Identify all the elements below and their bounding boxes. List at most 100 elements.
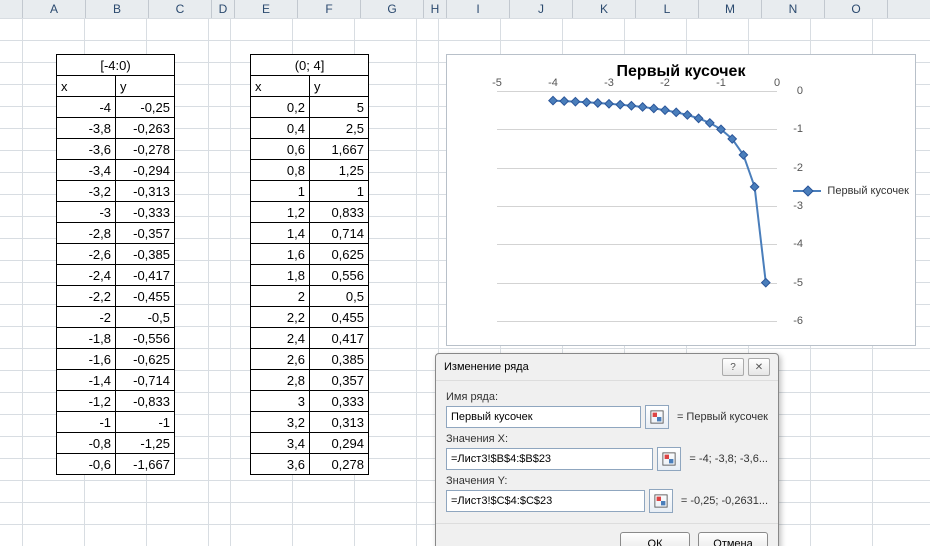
column-header[interactable]: L <box>636 0 699 18</box>
table-row[interactable]: 0,81,25 <box>251 160 369 181</box>
table-row[interactable]: 11 <box>251 181 369 202</box>
table1-range[interactable]: [-4:0) <box>57 55 175 76</box>
cell[interactable]: -0,714 <box>116 370 175 391</box>
table-row[interactable]: -2,8-0,357 <box>57 223 175 244</box>
cell[interactable]: -2,6 <box>57 244 116 265</box>
cell[interactable]: 0,714 <box>310 223 369 244</box>
range-selector-button[interactable] <box>649 489 673 513</box>
table2-header-y[interactable]: y <box>310 76 369 97</box>
table-row[interactable]: -3-0,333 <box>57 202 175 223</box>
cell[interactable]: 1,667 <box>310 139 369 160</box>
cell[interactable]: 1 <box>310 181 369 202</box>
table-row[interactable]: -1,4-0,714 <box>57 370 175 391</box>
cell[interactable]: 0,6 <box>251 139 310 160</box>
cell[interactable]: -1,2 <box>57 391 116 412</box>
table-row[interactable]: -1-1 <box>57 412 175 433</box>
table-row[interactable]: -2,6-0,385 <box>57 244 175 265</box>
column-header[interactable]: A <box>23 0 86 18</box>
close-button[interactable]: ✕ <box>748 358 770 376</box>
cell[interactable]: -3 <box>57 202 116 223</box>
cell[interactable]: 3,6 <box>251 454 310 475</box>
cell[interactable]: 0,357 <box>310 370 369 391</box>
table-row[interactable]: -3,2-0,313 <box>57 181 175 202</box>
cell[interactable]: 0,294 <box>310 433 369 454</box>
cell[interactable]: 0,313 <box>310 412 369 433</box>
help-button[interactable]: ? <box>722 358 744 376</box>
table-row[interactable]: -2,2-0,455 <box>57 286 175 307</box>
cell[interactable]: -0,294 <box>116 160 175 181</box>
column-header[interactable]: I <box>447 0 510 18</box>
cell[interactable]: 2,8 <box>251 370 310 391</box>
cell[interactable]: -0,556 <box>116 328 175 349</box>
series-name-input[interactable] <box>446 406 641 428</box>
table-row[interactable]: 0,61,667 <box>251 139 369 160</box>
column-headers[interactable]: ABCDEFGHIJKLMNO <box>0 0 930 19</box>
cell[interactable]: 0,2 <box>251 97 310 118</box>
cell[interactable]: -2,8 <box>57 223 116 244</box>
cell[interactable]: -0,25 <box>116 97 175 118</box>
cell[interactable]: 3,4 <box>251 433 310 454</box>
cell[interactable]: 0,4 <box>251 118 310 139</box>
cell[interactable]: 3,2 <box>251 412 310 433</box>
table-row[interactable]: 0,42,5 <box>251 118 369 139</box>
table-row[interactable]: -1,6-0,625 <box>57 349 175 370</box>
column-header[interactable]: F <box>298 0 361 18</box>
cell[interactable]: -1,8 <box>57 328 116 349</box>
cell[interactable]: 0,8 <box>251 160 310 181</box>
chart-container[interactable]: Первый кусочек 0-1-2-3-4-5-6-5-4-3-2-10 … <box>446 54 916 346</box>
cell[interactable]: -3,4 <box>57 160 116 181</box>
cell[interactable]: -0,417 <box>116 265 175 286</box>
cell[interactable]: -0,263 <box>116 118 175 139</box>
cell[interactable]: -2,2 <box>57 286 116 307</box>
y-values-input[interactable] <box>446 490 645 512</box>
column-header[interactable]: M <box>699 0 762 18</box>
table-row[interactable]: 2,80,357 <box>251 370 369 391</box>
table-row[interactable]: 20,5 <box>251 286 369 307</box>
cell[interactable]: -3,2 <box>57 181 116 202</box>
column-header[interactable]: O <box>825 0 888 18</box>
column-header[interactable]: N <box>762 0 825 18</box>
cell[interactable]: -0,278 <box>116 139 175 160</box>
table-row[interactable]: -4-0,25 <box>57 97 175 118</box>
cell[interactable]: 0,625 <box>310 244 369 265</box>
cell[interactable]: 1 <box>251 181 310 202</box>
table-row[interactable]: 1,20,833 <box>251 202 369 223</box>
x-values-input[interactable] <box>446 448 653 470</box>
cell[interactable]: 1,2 <box>251 202 310 223</box>
ok-button[interactable]: ОК <box>620 532 690 546</box>
cell[interactable]: -0,385 <box>116 244 175 265</box>
cell[interactable]: -0,8 <box>57 433 116 454</box>
table-row[interactable]: -1,8-0,556 <box>57 328 175 349</box>
column-header[interactable]: H <box>424 0 447 18</box>
cell[interactable]: -1,25 <box>116 433 175 454</box>
table-row[interactable]: 1,60,625 <box>251 244 369 265</box>
table-row[interactable]: -3,6-0,278 <box>57 139 175 160</box>
table-row[interactable]: 1,80,556 <box>251 265 369 286</box>
cell[interactable]: 1,4 <box>251 223 310 244</box>
cell[interactable]: 0,833 <box>310 202 369 223</box>
cell[interactable]: -0,6 <box>57 454 116 475</box>
cell[interactable]: 2,4 <box>251 328 310 349</box>
column-header[interactable]: E <box>235 0 298 18</box>
cell[interactable]: -0,357 <box>116 223 175 244</box>
cancel-button[interactable]: Отмена <box>698 532 768 546</box>
cell[interactable]: -0,333 <box>116 202 175 223</box>
table-row[interactable]: 2,20,455 <box>251 307 369 328</box>
cell[interactable]: 0,385 <box>310 349 369 370</box>
cell[interactable]: -3,6 <box>57 139 116 160</box>
table-row[interactable]: -2,4-0,417 <box>57 265 175 286</box>
table1-header-x[interactable]: x <box>57 76 116 97</box>
cell[interactable]: -0,625 <box>116 349 175 370</box>
table-row[interactable]: 3,60,278 <box>251 454 369 475</box>
chart-legend[interactable]: Первый кусочек <box>793 185 909 197</box>
cell[interactable]: 2 <box>251 286 310 307</box>
cell[interactable]: 2,6 <box>251 349 310 370</box>
column-header[interactable]: D <box>212 0 235 18</box>
table-row[interactable]: -0,8-1,25 <box>57 433 175 454</box>
column-header[interactable]: G <box>361 0 424 18</box>
cell[interactable]: -2 <box>57 307 116 328</box>
grid-area[interactable]: [-4:0) x y -4-0,25-3,8-0,263-3,6-0,278-3… <box>0 18 930 546</box>
cell[interactable]: -0,5 <box>116 307 175 328</box>
cell[interactable]: -1,6 <box>57 349 116 370</box>
cell[interactable]: 0,455 <box>310 307 369 328</box>
